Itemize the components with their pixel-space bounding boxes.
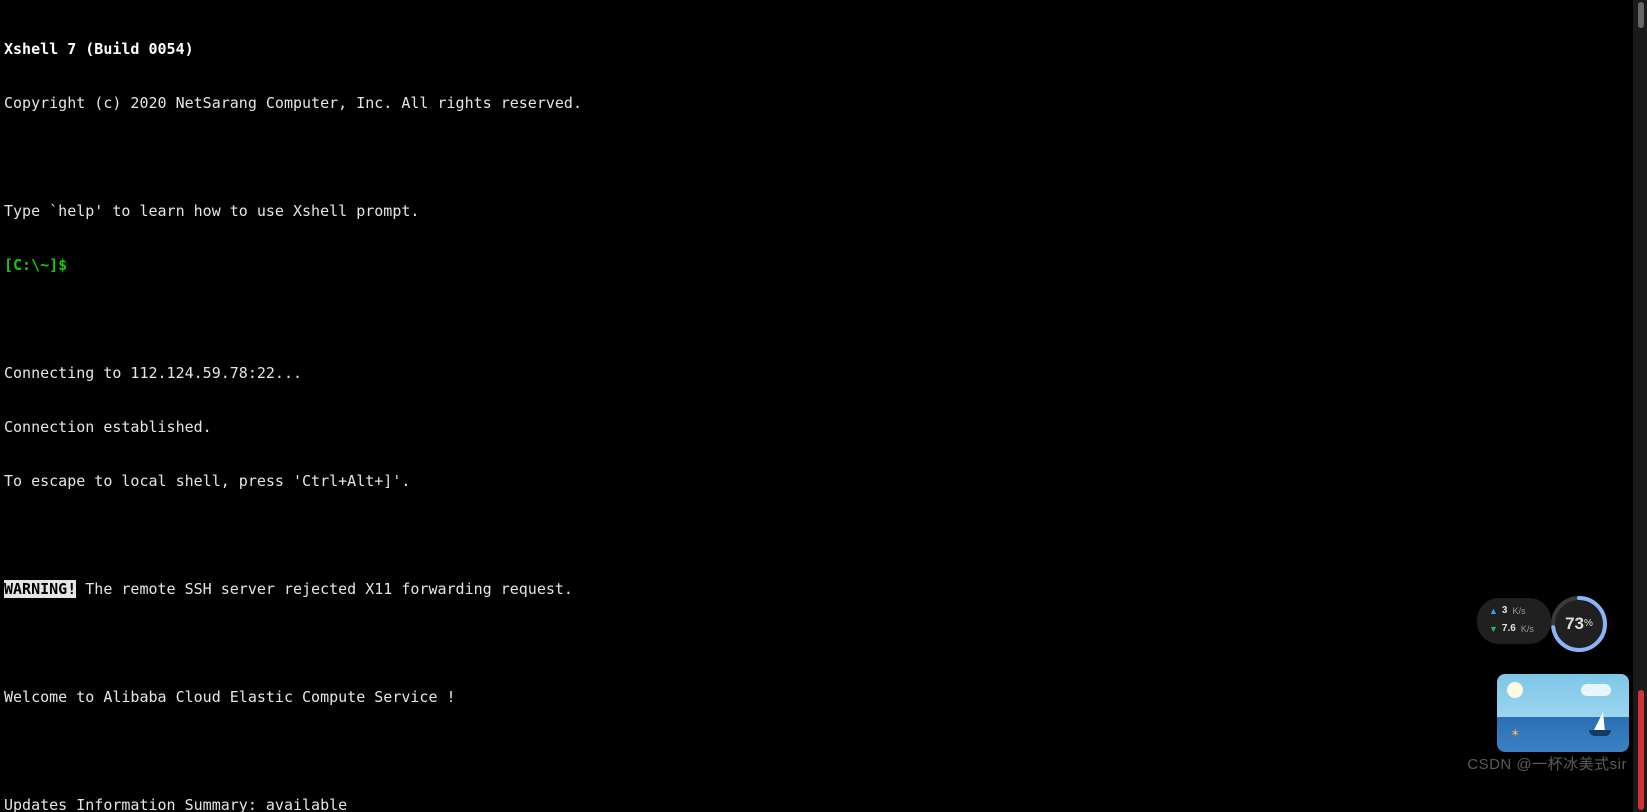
download-row: ▼ 7.6 K/s	[1489, 620, 1541, 638]
blank	[4, 310, 1643, 328]
connecting-line: Connecting to 112.124.59.78:22...	[4, 364, 1643, 382]
local-prompt: [C:\~]$	[4, 256, 1643, 274]
blank	[4, 148, 1643, 166]
starfish-icon: ✶	[1511, 724, 1519, 742]
welcome: Welcome to Alibaba Cloud Elastic Compute…	[4, 688, 1643, 706]
cloud-icon	[1581, 684, 1611, 696]
blank	[4, 742, 1643, 760]
scrollbar-progress[interactable]	[1638, 690, 1644, 810]
scrollbar-thumb[interactable]	[1638, 2, 1644, 28]
download-unit: K/s	[1521, 620, 1534, 638]
escape-hint: To escape to local shell, press 'Ctrl+Al…	[4, 472, 1643, 490]
blank	[4, 526, 1643, 544]
help-hint: Type `help' to learn how to use Xshell p…	[4, 202, 1643, 220]
terminal-output[interactable]: Xshell 7 (Build 0054) Copyright (c) 2020…	[0, 0, 1647, 812]
upload-unit: K/s	[1512, 602, 1525, 620]
warning-badge: WARNING!	[4, 580, 76, 598]
connected-line: Connection established.	[4, 418, 1643, 436]
upload-row: ▲ 3 K/s	[1489, 602, 1541, 620]
wallpaper-preview-card[interactable]: ✶	[1497, 674, 1629, 752]
sun-icon	[1507, 682, 1523, 698]
cpu-usage-ring[interactable]: 73%	[1549, 594, 1609, 654]
watermark-text: CSDN @一杯冰美式sir	[1467, 756, 1627, 774]
sailboat-icon	[1593, 712, 1605, 732]
upload-arrow-icon: ▲	[1489, 602, 1498, 620]
download-value: 7.6	[1502, 620, 1516, 638]
download-arrow-icon: ▼	[1489, 620, 1498, 638]
vertical-scrollbar[interactable]	[1633, 0, 1647, 812]
upload-value: 3	[1502, 602, 1508, 620]
cpu-percent-label: 73%	[1549, 594, 1609, 654]
warning-text: The remote SSH server rejected X11 forwa…	[76, 580, 573, 598]
boat-hull-icon	[1589, 730, 1611, 736]
network-speed-widget[interactable]: ▲ 3K/s ▼ 7.6K/s	[1477, 598, 1551, 644]
app-title: Xshell 7 (Build 0054)	[4, 40, 1643, 58]
blank	[4, 634, 1643, 652]
warning-line: WARNING! The remote SSH server rejected …	[4, 580, 1643, 598]
updates-summary: Updates Information Summary: available	[4, 796, 1643, 812]
copyright: Copyright (c) 2020 NetSarang Computer, I…	[4, 94, 1643, 112]
